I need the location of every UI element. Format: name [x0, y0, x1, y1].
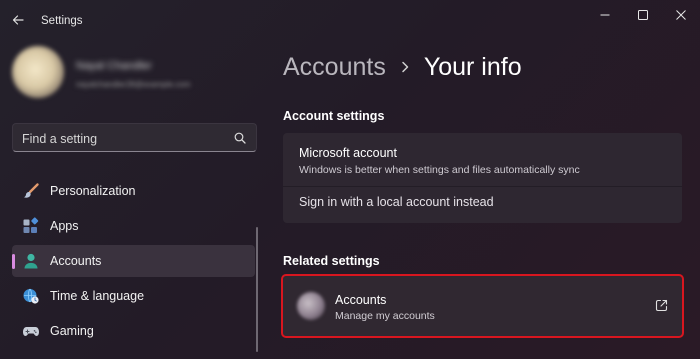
microsoft-account-description: Windows is better when settings and file…	[299, 164, 580, 176]
apps-icon	[23, 217, 39, 233]
sidebar-item-label: Time & language	[50, 289, 145, 303]
sidebar-item-personalization[interactable]: Personalization	[12, 175, 255, 207]
breadcrumb: Accounts Your info	[283, 50, 522, 84]
sidebar-item-gaming[interactable]: Gaming	[12, 315, 255, 347]
globe-clock-icon	[23, 288, 39, 304]
active-indicator	[12, 254, 15, 269]
search-box[interactable]	[12, 123, 257, 152]
sidebar-item-label: Personalization	[50, 184, 136, 198]
person-icon	[24, 253, 38, 269]
avatar	[12, 46, 64, 98]
gamepad-icon	[23, 327, 39, 336]
avatar	[297, 292, 325, 320]
app-title: Settings	[41, 15, 83, 27]
close-button[interactable]	[664, 4, 698, 26]
related-accounts-title: Accounts	[335, 293, 387, 307]
sidebar-item-time-language[interactable]: Time & language	[12, 280, 255, 312]
sidebar-item-label: Gaming	[50, 324, 94, 338]
minimize-icon	[600, 14, 610, 16]
search-icon[interactable]	[234, 132, 246, 144]
sidebar-scrollbar[interactable]	[256, 227, 258, 352]
chevron-right-icon	[402, 61, 409, 73]
microsoft-account-title: Microsoft account	[299, 146, 397, 160]
minimize-button[interactable]	[588, 4, 622, 26]
divider	[283, 186, 682, 187]
user-email: nayalchandler28@example.com	[76, 80, 191, 89]
maximize-button[interactable]	[626, 4, 660, 26]
local-account-link[interactable]: Sign in with a local account instead	[299, 195, 494, 209]
back-button[interactable]	[6, 8, 30, 32]
related-accounts-description: Manage my accounts	[335, 310, 435, 322]
user-name: Nayal Chandler	[76, 60, 152, 72]
paintbrush-icon	[23, 183, 39, 198]
search-input[interactable]	[22, 131, 222, 147]
sidebar-item-apps[interactable]: Apps	[12, 210, 255, 242]
section-heading-account-settings: Account settings	[283, 109, 385, 123]
title-bar: Settings	[0, 0, 700, 40]
section-heading-related-settings: Related settings	[283, 254, 380, 268]
sidebar-item-label: Accounts	[50, 254, 102, 268]
maximize-icon	[638, 10, 648, 20]
breadcrumb-parent[interactable]: Accounts	[283, 53, 386, 82]
page-title: Your info	[423, 52, 522, 81]
open-external-icon[interactable]	[655, 299, 668, 312]
back-arrow-icon	[12, 15, 24, 25]
close-icon	[676, 10, 686, 20]
account-settings-card: Microsoft account Windows is better when…	[283, 133, 682, 223]
sidebar-item-accounts[interactable]: Accounts	[12, 245, 255, 277]
related-accounts-card[interactable]: Accounts Manage my accounts	[281, 274, 684, 338]
settings-window: Settings Nayal Chandler nayalchandler28@…	[0, 0, 700, 359]
sidebar-item-label: Apps	[50, 219, 79, 233]
